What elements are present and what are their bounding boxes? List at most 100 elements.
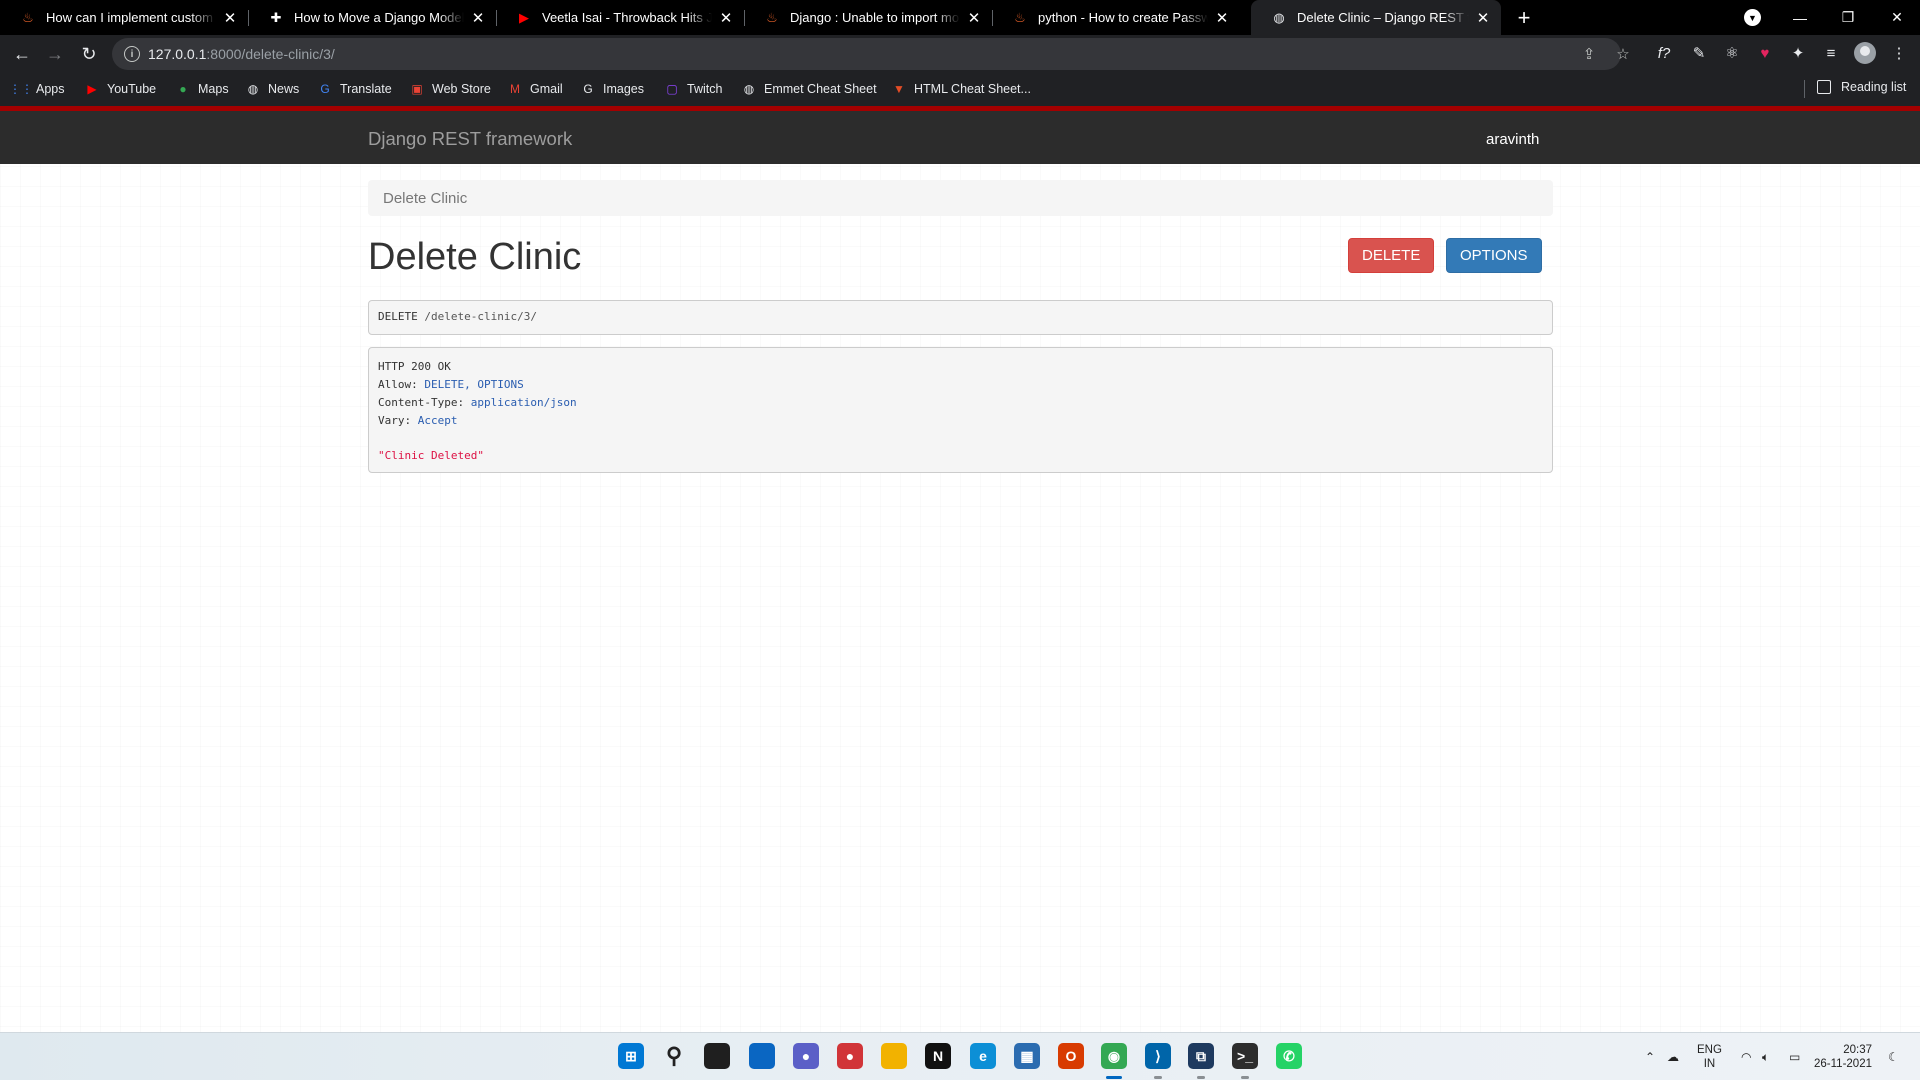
code-editor-icon[interactable]: ⧉ <box>1188 1043 1214 1069</box>
pocket-extension-icon[interactable]: ♥ <box>1754 42 1776 64</box>
pen-extension-icon[interactable]: ✎ <box>1688 42 1710 64</box>
search-icon[interactable]: ⚲ <box>661 1043 687 1069</box>
battery-icon[interactable]: ▭ <box>1789 1033 1800 1080</box>
twitch-icon: ▢ <box>666 82 678 96</box>
react-devtools-icon[interactable]: ⚛ <box>1721 42 1743 64</box>
formula-extension-icon[interactable]: f? <box>1653 42 1675 64</box>
bookmark-item[interactable]: ▼ HTML Cheat Sheet... <box>892 80 1031 98</box>
input-language[interactable]: ENG IN <box>1697 1043 1722 1071</box>
bookmark-label: Twitch <box>687 82 723 96</box>
header-value: Accept <box>417 414 458 427</box>
bookmark-item[interactable]: ⋮⋮ Apps <box>9 80 65 98</box>
share-icon[interactable]: ⇪ <box>1579 44 1599 64</box>
url-text[interactable]: 127.0.0.1:8000/delete-clinic/3/ <box>148 46 335 62</box>
terminal-icon[interactable]: >_ <box>1232 1043 1258 1069</box>
minimize-button[interactable]: — <box>1777 0 1823 35</box>
stackoverflow-icon: ♨ <box>766 9 778 25</box>
back-icon[interactable]: ← <box>10 42 34 66</box>
browser-menu-icon[interactable]: ⋮ <box>1888 42 1910 64</box>
task-view-icon[interactable] <box>704 1043 730 1069</box>
close-tab-icon[interactable]: ✕ <box>1475 9 1491 27</box>
delete-button[interactable]: DELETE <box>1348 238 1435 273</box>
store-icon[interactable]: ▦ <box>1014 1043 1040 1069</box>
reading-list-label: Reading list <box>1841 80 1907 94</box>
new-tab-button[interactable]: + <box>1512 0 1536 35</box>
language-code: ENG <box>1697 1044 1722 1056</box>
site-info-icon[interactable]: i <box>124 46 140 62</box>
tab[interactable]: ✚ How to Move a Django Model to ✕ <box>248 0 496 35</box>
close-tab-icon[interactable]: ✕ <box>1214 9 1230 27</box>
bookmark-item[interactable]: G Translate <box>318 80 391 98</box>
widgets-icon[interactable] <box>749 1043 775 1069</box>
tab[interactable]: ♨ Django : Unable to import model ✕ <box>744 0 992 35</box>
volume-muted-icon[interactable]: 🔈︎ <box>1762 1033 1769 1080</box>
profile-avatar-icon[interactable] <box>1854 42 1876 64</box>
html5-icon: ▼ <box>893 82 905 96</box>
close-tab-icon[interactable]: ✕ <box>966 9 982 27</box>
user-menu[interactable]: aravinth <box>1486 131 1539 148</box>
teams-chat-icon[interactable]: ● <box>793 1043 819 1069</box>
onedrive-icon[interactable]: ☁ <box>1667 1033 1679 1080</box>
bookmark-item[interactable]: ▢ Twitch <box>665 80 722 98</box>
chrome-icon[interactable]: ◉ <box>1101 1043 1127 1069</box>
bookmark-label: Web Store <box>432 82 491 96</box>
reading-mode-icon[interactable]: ≡ <box>1820 42 1842 64</box>
reading-list-button[interactable]: Reading list <box>1817 80 1906 94</box>
bookmark-item[interactable]: ◍ Emmet Cheat Sheet <box>742 80 877 98</box>
apps-grid-icon: ⋮⋮ <box>9 82 33 96</box>
extensions-puzzle-icon[interactable]: ✦ <box>1787 42 1809 64</box>
response-header: Content-Type: application/json <box>378 394 1543 412</box>
show-hidden-icons-icon[interactable]: ⌃ <box>1645 1033 1655 1080</box>
bookmark-item[interactable]: ▶ YouTube <box>85 80 156 98</box>
bookmark-item[interactable]: ▣ Web Store <box>410 80 491 98</box>
bookmark-item[interactable]: G Images <box>581 80 644 98</box>
globe-icon: ◍ <box>1273 9 1285 25</box>
bookmark-star-icon[interactable]: ☆ <box>1613 44 1633 64</box>
close-window-button[interactable]: ✕ <box>1874 0 1920 35</box>
running-indicator <box>1106 1076 1122 1079</box>
close-tab-icon[interactable]: ✕ <box>470 9 486 27</box>
whatsapp-icon[interactable]: ✆ <box>1276 1043 1302 1069</box>
vscode-icon[interactable]: ⟩ <box>1145 1043 1171 1069</box>
windows-start-icon[interactable]: ⊞ <box>618 1043 644 1069</box>
file-explorer-icon[interactable] <box>881 1043 907 1069</box>
brand-link[interactable]: Django REST framework <box>368 128 572 150</box>
office-icon[interactable]: O <box>1058 1043 1084 1069</box>
address-bar[interactable]: i 127.0.0.1:8000/delete-clinic/3/ ⇪ ☆ <box>112 38 1630 70</box>
media-control-icon[interactable]: ▼ <box>1744 9 1761 26</box>
options-button[interactable]: OPTIONS <box>1446 238 1542 273</box>
tab[interactable]: ♨ python - How to create Password ✕ <box>992 0 1240 35</box>
bookmarks-bar: ⋮⋮ Apps ▶ YouTube ● Maps ◍ News G Translate ▣ Web S… <box>0 73 1920 106</box>
stackedit-icon: ✚ <box>270 9 282 25</box>
close-tab-icon[interactable]: ✕ <box>718 9 734 27</box>
bookmark-label: Images <box>603 82 644 96</box>
tab[interactable]: ▶ Veetla Isai - Throwback Hits Jukebox ✕ <box>496 0 744 35</box>
tab-active[interactable]: ◍ Delete Clinic – Django REST framework ✕ <box>1251 0 1501 35</box>
wifi-icon[interactable]: ◠ <box>1741 1033 1751 1080</box>
url-path: :8000/delete-clinic/3/ <box>206 46 335 62</box>
reading-list-icon <box>1817 80 1831 94</box>
reload-icon[interactable]: ↻ <box>77 42 101 66</box>
restore-button[interactable]: ❐ <box>1825 0 1871 35</box>
focus-assist-icon[interactable]: ☾ <box>1888 1033 1899 1080</box>
page-viewport: Django REST framework aravinth Delete Cl… <box>0 106 1920 1032</box>
close-tab-icon[interactable]: ✕ <box>222 9 238 27</box>
tab[interactable]: ♨ How can I implement custom user ✕ <box>0 0 248 35</box>
bookmark-label: News <box>268 82 300 96</box>
bookmark-item[interactable]: ● Maps <box>176 80 228 98</box>
tab-separator <box>248 10 249 26</box>
breadcrumb: Delete Clinic <box>368 180 1553 216</box>
notion-icon[interactable]: N <box>925 1043 951 1069</box>
clock[interactable]: 20:37 26-11-2021 <box>1812 1043 1872 1071</box>
forward-icon[interactable]: → <box>43 42 67 66</box>
header-name: Allow: <box>378 378 418 391</box>
bookmarks-divider <box>1804 80 1805 98</box>
request-path: /delete-clinic/3/ <box>424 310 537 323</box>
edge-icon[interactable]: e <box>970 1043 996 1069</box>
webstore-icon: ▣ <box>411 82 423 96</box>
breadcrumb-item[interactable]: Delete Clinic <box>383 190 467 207</box>
recorder-icon[interactable]: ● <box>837 1043 863 1069</box>
bookmark-item[interactable]: M Gmail <box>508 80 563 98</box>
bookmark-item[interactable]: ◍ News <box>246 80 300 98</box>
response-header: Allow: DELETE, OPTIONS <box>378 376 1543 394</box>
